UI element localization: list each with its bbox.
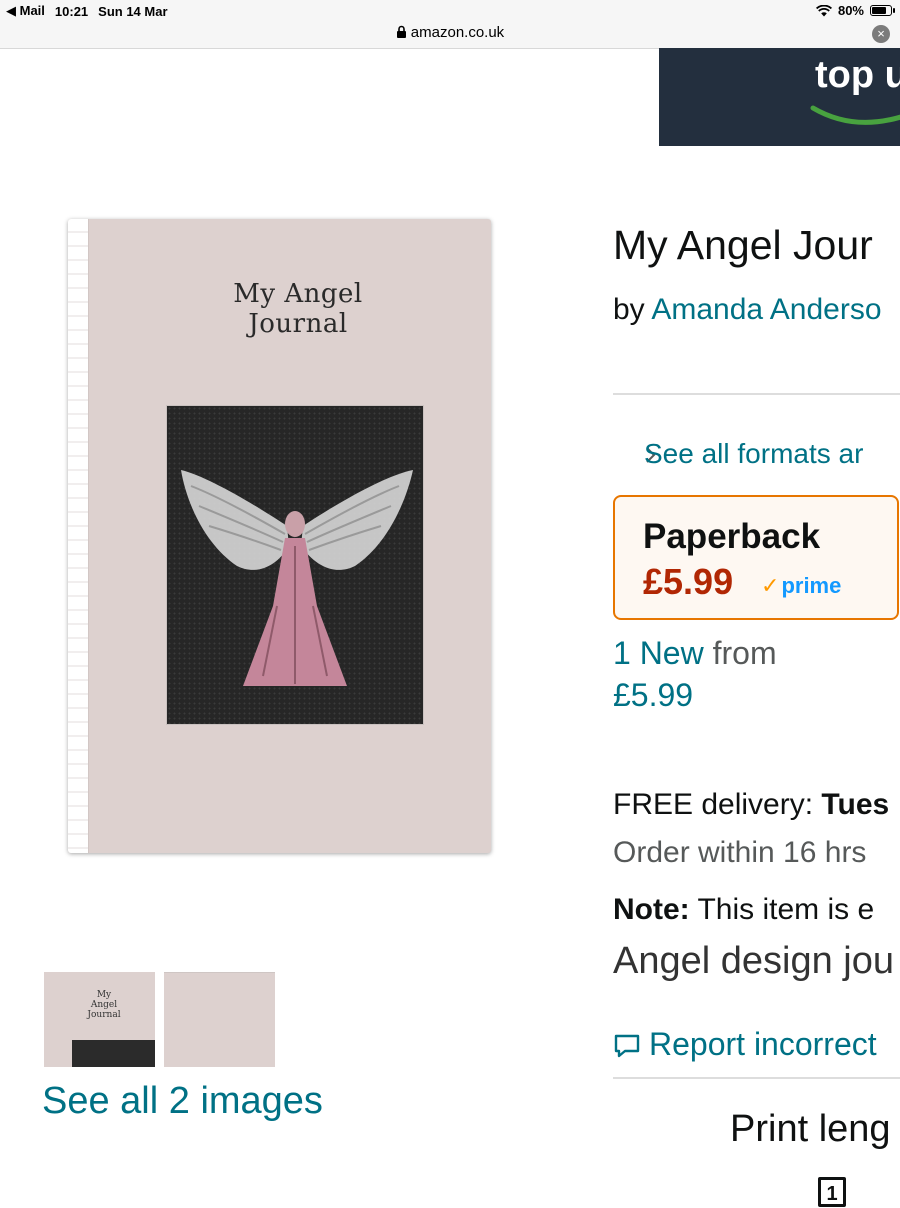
byline: by Amanda Anderso bbox=[613, 293, 882, 327]
product-description: Angel design jou bbox=[613, 940, 894, 982]
promo-banner[interactable]: top u bbox=[659, 48, 900, 146]
wifi-icon bbox=[815, 4, 832, 16]
delivery-info: FREE delivery: Tues bbox=[613, 788, 889, 822]
format-paperback-button[interactable]: Paperback £5.99 ✓prime bbox=[613, 495, 899, 620]
by-label: by bbox=[613, 293, 645, 326]
lock-icon bbox=[396, 25, 406, 38]
amazon-smile-icon bbox=[810, 105, 900, 125]
url-bar[interactable]: amazon.co.uk × bbox=[0, 22, 900, 49]
banner-text: top u bbox=[815, 54, 900, 96]
thumbnail-artwork bbox=[72, 1040, 155, 1067]
delivery-label: FREE delivery: bbox=[613, 788, 814, 821]
url-domain: amazon.co.uk bbox=[410, 24, 505, 41]
prime-badge: ✓prime bbox=[761, 573, 841, 599]
angel-illustration bbox=[181, 470, 413, 686]
status-time: 10:21 bbox=[54, 3, 89, 19]
prime-label: prime bbox=[781, 573, 842, 598]
back-to-app[interactable]: ◀ Mail bbox=[6, 3, 45, 19]
divider bbox=[613, 1077, 900, 1079]
battery-percent: 80% bbox=[837, 3, 864, 18]
thumbnail-cover-title: My Angel Journal bbox=[87, 990, 121, 1020]
prime-check-icon: ✓ bbox=[761, 573, 780, 598]
see-all-images-link[interactable]: See all 2 images bbox=[42, 1080, 323, 1123]
product-title: My Angel Jour bbox=[613, 222, 873, 268]
note-text: This item is e bbox=[697, 893, 875, 926]
delivery-day: Tues bbox=[821, 788, 890, 821]
pages-icon: 1 bbox=[818, 1177, 846, 1207]
report-label: Report incorrect bbox=[649, 1026, 877, 1062]
see-all-formats-link[interactable]: See all formats ar bbox=[644, 438, 863, 470]
new-offers-link[interactable]: 1 New bbox=[613, 635, 704, 671]
divider bbox=[613, 393, 900, 395]
close-icon[interactable]: × bbox=[872, 25, 890, 43]
thumbnail-1[interactable]: My Angel Journal bbox=[44, 972, 155, 1067]
product-main-image[interactable]: My Angel Journal bbox=[68, 219, 491, 853]
speech-bubble-icon bbox=[614, 1034, 640, 1058]
format-price: £5.99 bbox=[643, 561, 734, 602]
back-app-label: Mail bbox=[19, 3, 45, 18]
book-spine bbox=[68, 219, 89, 853]
format-name: Paperback bbox=[643, 517, 821, 556]
status-date: Sun 14 Mar bbox=[98, 3, 168, 19]
status-bar: ◀ Mail 10:21 Sun 14 Mar 80% bbox=[0, 0, 900, 22]
print-length-label: Print leng bbox=[730, 1108, 891, 1150]
angel-artwork bbox=[166, 405, 424, 725]
report-incorrect-link[interactable]: Report incorrect bbox=[613, 1026, 877, 1063]
battery-fill bbox=[872, 7, 886, 14]
author-link[interactable]: Amanda Anderso bbox=[651, 293, 881, 326]
cover-title: My Angel Journal bbox=[233, 279, 363, 339]
offers-from: from bbox=[712, 635, 777, 671]
item-note: Note: This item is e bbox=[613, 893, 874, 927]
offers-price[interactable]: £5.99 bbox=[613, 677, 693, 713]
offers: 1 New from £5.99 bbox=[613, 632, 777, 716]
thumbnail-2[interactable] bbox=[164, 972, 275, 1067]
order-within: Order within 16 hrs bbox=[613, 836, 867, 869]
battery-icon bbox=[870, 5, 895, 16]
note-label: Note: bbox=[613, 893, 690, 926]
